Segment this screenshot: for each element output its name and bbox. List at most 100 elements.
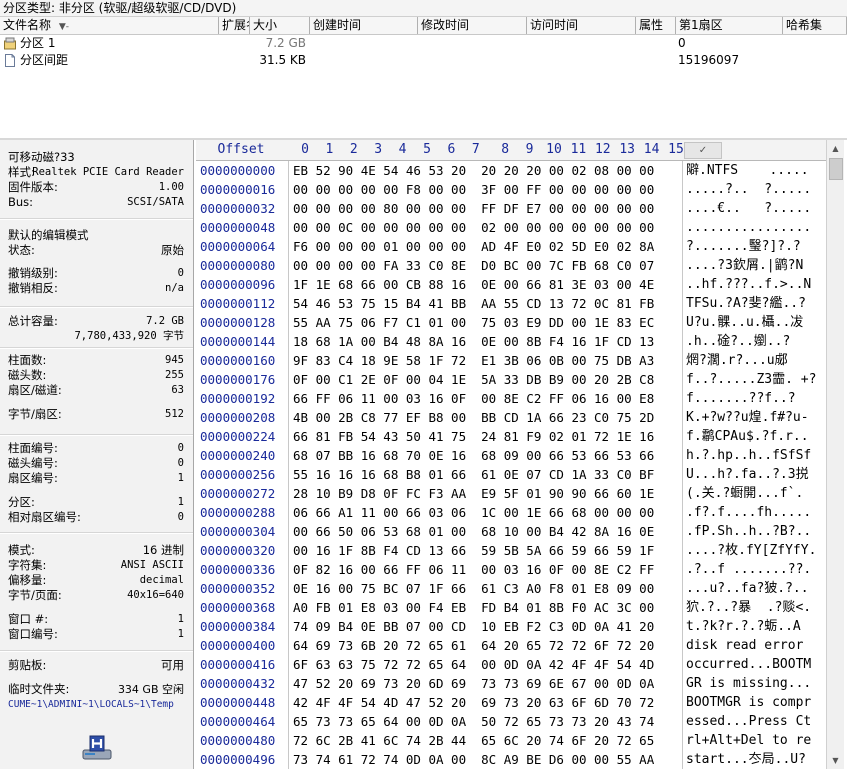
partition-icon [4, 37, 16, 50]
column-header-name[interactable]: 文件名称 ▼- [0, 17, 219, 34]
column-header-size[interactable]: 大小 [250, 17, 310, 34]
text-row[interactable]: .f?.f....fh..... [686, 503, 811, 522]
hex-row[interactable]: 55 AA 75 06 F7 C1 01 00 75 03 E9 DD 00 1… [293, 313, 654, 332]
sectors-track-row: 扇区/磁道: 63 [0, 383, 193, 398]
text-row[interactable]: U...h?.fa..?.3捝 [686, 465, 809, 484]
hex-row[interactable]: EB 52 90 4E 54 46 53 20 20 20 20 00 02 0… [293, 161, 654, 180]
removable-drive-icon [82, 735, 112, 760]
text-row[interactable]: ..hf.???..f.>..N [686, 275, 811, 294]
hex-row[interactable]: 72 6C 2B 41 6C 74 2B 44 65 6C 20 74 6F 2… [293, 731, 654, 750]
byte-column-header: 3 [374, 142, 383, 157]
column-header-ext[interactable]: 扩展名 [219, 17, 250, 34]
hex-row[interactable]: 64 69 73 6B 20 72 65 61 64 20 65 72 72 6… [293, 636, 654, 655]
text-row[interactable]: occurred...BOOTM [686, 655, 811, 674]
hex-row[interactable]: 00 00 00 00 FA 33 C0 8E D0 BC 00 7C FB 6… [293, 256, 654, 275]
column-label: 修改时间 [421, 18, 470, 32]
hex-row[interactable]: 55 16 16 16 68 B8 01 66 61 0E 07 CD 1A 3… [293, 465, 654, 484]
text-row[interactable]: essed...Press Ct [686, 712, 811, 731]
hex-row[interactable]: 74 09 B4 0E BB 07 00 CD 10 EB F2 C3 0D 0… [293, 617, 654, 636]
text-row[interactable]: BOOTMGR is compr [686, 693, 811, 712]
hex-row[interactable]: 0F 00 C1 2E 0F 00 04 1E 5A 33 DB B9 00 2… [293, 370, 654, 389]
window-label: 窗口 #: [8, 612, 49, 626]
hex-row[interactable]: 66 81 FB 54 43 50 41 75 24 81 F9 02 01 7… [293, 427, 654, 446]
text-row[interactable]: ....€.. ?..... [686, 199, 811, 218]
scroll-up-icon[interactable]: ▲ [827, 140, 844, 157]
text-row[interactable]: ....?3欽屑.|鹠?N [686, 256, 803, 275]
hex-row[interactable]: 00 16 1F 8B F4 CD 13 66 59 5B 5A 66 59 6… [293, 541, 654, 560]
column-header-first-sector[interactable]: 第1扇区 [676, 17, 783, 34]
hex-row[interactable]: 4B 00 2B C8 77 EF B8 00 BB CD 1A 66 23 C… [293, 408, 654, 427]
text-row[interactable]: t.?k?r.?.?蛎..A [686, 617, 809, 636]
file-row[interactable]: 分区 1 7.2 GB 0 [0, 35, 847, 52]
text-row[interactable]: rl+Alt+Del to re [686, 731, 811, 750]
text-row[interactable]: h.?.hp..h..fSfSf [686, 446, 811, 465]
text-row[interactable]: ?.......瑿?]?.? [686, 237, 801, 256]
hex-row[interactable]: 66 FF 06 11 00 03 16 0F 00 8E C2 FF 06 1… [293, 389, 654, 408]
hex-row[interactable]: 47 52 20 69 73 20 6D 69 73 73 69 6E 67 0… [293, 674, 654, 693]
column-header-accessed[interactable]: 访问时间 [527, 17, 636, 34]
text-row[interactable]: ...u?..fa?狓.?.. [686, 579, 809, 598]
hex-row[interactable]: 42 4F 4F 54 4D 47 52 20 69 73 20 63 6F 6… [293, 693, 654, 712]
hex-row[interactable]: 18 68 1A 00 B4 48 8A 16 0E 00 8B F4 16 1… [293, 332, 654, 351]
position-group: 柱面编号: 0 磁头编号: 0 扇区编号: 1 分区: 1 相对扇区编号: 0 [0, 441, 193, 525]
text-row[interactable]: f..?.....Z3霝. +? [686, 370, 816, 389]
text-row[interactable]: f.鹴CPAu$.?f.r.. [686, 427, 809, 446]
text-row[interactable]: .h..碒?..嬼..? [686, 332, 790, 351]
hex-row[interactable]: 00 00 00 00 00 F8 00 00 3F 00 FF 00 00 0… [293, 180, 654, 199]
temp-folder-row: 临时文件夹: 334 GB 空闲 [0, 682, 193, 697]
text-row[interactable]: (.关.?蟵開...f`. [686, 484, 803, 503]
bytes-sector-value: 512 [165, 408, 184, 420]
column-header-modified[interactable]: 修改时间 [418, 17, 527, 34]
text-row[interactable]: TFSu.?A?斐?繿..? [686, 294, 806, 313]
hex-row[interactable]: 0E 16 00 75 BC 07 1F 66 61 C3 A0 F8 01 E… [293, 579, 654, 598]
text-row[interactable]: ................ [686, 218, 811, 237]
hex-row[interactable]: F6 00 00 00 01 00 00 00 AD 4F E0 02 5D E… [293, 237, 654, 256]
vertical-scrollbar[interactable]: ▲ ▼ [826, 140, 844, 769]
text-area[interactable]: 隦.NTFS ..........?.. ?..... ....€.. ?....… [682, 161, 825, 769]
text-row[interactable]: ....?枚.fY[ZfYfY. [686, 541, 816, 560]
hex-row[interactable]: 1F 1E 68 66 00 CB 88 16 0E 00 66 81 3E 0… [293, 275, 654, 294]
text-row[interactable]: 焹?濶.r?...u郕 [686, 351, 788, 370]
scroll-thumb[interactable] [829, 158, 843, 180]
text-row[interactable]: start...冭局..U? [686, 750, 806, 769]
column-header-hash-set[interactable]: 哈希集 [783, 17, 847, 34]
sector-no-label: 扇区编号: [8, 471, 58, 485]
byte-column-header: 15 [668, 142, 684, 157]
byte-column-header: 6 [447, 142, 456, 157]
hex-row[interactable]: 9F 83 C4 18 9E 58 1F 72 E1 3B 06 0B 00 7… [293, 351, 654, 370]
text-row[interactable]: .fP.Sh..h..?B?.. [686, 522, 811, 541]
hex-row[interactable]: 00 00 0C 00 00 00 00 00 02 00 00 00 00 0… [293, 218, 654, 237]
hex-row[interactable]: A0 FB 01 E8 03 00 F4 EB FD B4 01 8B F0 A… [293, 598, 654, 617]
text-row[interactable]: .?..f .......??. [686, 560, 811, 579]
scroll-down-icon[interactable]: ▼ [827, 752, 844, 769]
text-row[interactable]: .....?.. ?..... [686, 180, 811, 199]
text-row[interactable]: f.......??f..? [686, 389, 796, 408]
hex-row[interactable]: 00 00 00 00 80 00 00 00 FF DF E7 00 00 0… [293, 199, 654, 218]
text-row[interactable]: U?u.髁..u.欇..冹 [686, 313, 803, 332]
hex-row[interactable]: 06 66 A1 11 00 66 03 06 1C 00 1E 66 68 0… [293, 503, 654, 522]
hex-row[interactable]: 65 73 73 65 64 00 0D 0A 50 72 65 73 73 2… [293, 712, 654, 731]
bytes-sector-label: 字节/扇区: [8, 407, 62, 421]
hex-row[interactable]: 73 74 61 72 74 0D 0A 00 8C A9 BE D6 00 0… [293, 750, 654, 769]
offset-cell: 0000000432 [200, 676, 276, 691]
hex-row[interactable]: 28 10 B9 D8 0F FC F3 AA E9 5F 01 90 90 6… [293, 484, 654, 503]
temp-path-row: CUME~1\ADMINI~1\LOCALS~1\Temp [0, 697, 193, 712]
hex-row[interactable]: 0F 82 16 00 66 FF 06 11 00 03 16 0F 00 8… [293, 560, 654, 579]
column-header-created[interactable]: 创建时间 [310, 17, 418, 34]
file-row[interactable]: 分区间距 31.5 KB 15196097 [0, 52, 847, 69]
hex-row[interactable]: 68 07 BB 16 68 70 0E 16 68 09 00 66 53 6… [293, 446, 654, 465]
offset-cell: 0000000480 [200, 733, 276, 748]
head-no-row: 磁头编号: 0 [0, 456, 193, 471]
text-row[interactable]: 狖.?..?暴 .?赕<. [686, 598, 811, 617]
hex-row[interactable]: 00 66 50 06 53 68 01 00 68 10 00 B4 42 8… [293, 522, 654, 541]
hex-row[interactable]: 54 46 53 75 15 B4 41 BB AA 55 CD 13 72 0… [293, 294, 654, 313]
text-row[interactable]: 隦.NTFS ..... [686, 161, 809, 180]
text-row[interactable]: disk read error [686, 636, 811, 655]
hex-row[interactable]: 6F 63 63 75 72 72 65 64 00 0D 0A 42 4F 4… [293, 655, 654, 674]
text-row[interactable]: K.+?w??u煌.f#?u- [686, 408, 809, 427]
hex-bytes-area[interactable]: EB 52 90 4E 54 46 53 20 20 20 20 00 02 0… [288, 161, 683, 769]
edit-mode-label: 默认的编辑模式 [8, 228, 89, 242]
column-header-attributes[interactable]: 属性 [636, 17, 676, 34]
text-row[interactable]: GR is missing... [686, 674, 811, 693]
total-capacity-row: 总计容量: 7.2 GB [0, 314, 193, 329]
